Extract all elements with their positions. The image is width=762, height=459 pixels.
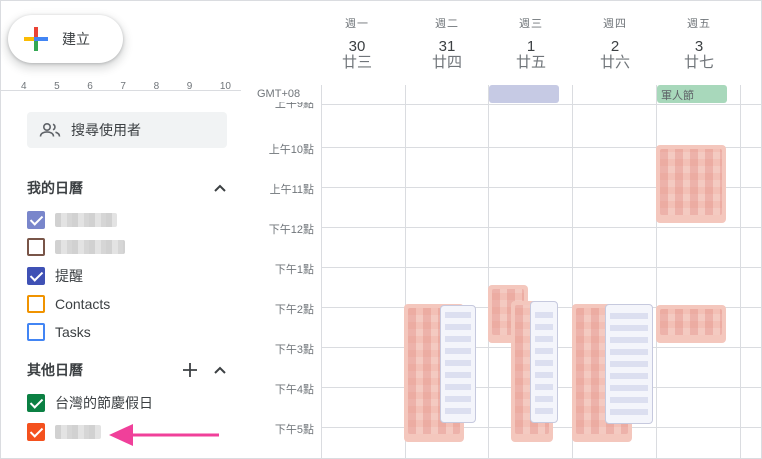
checkbox[interactable] [27,423,45,441]
calendar-window: 建立 4 5 6 7 8 9 10 搜尋使用者 我的日曆 提醒 Contacts… [0,0,762,459]
checkbox[interactable] [27,211,45,229]
hour-line [321,267,761,268]
add-icon[interactable] [183,363,197,377]
day-header[interactable]: 週四 2 廿六 [573,15,657,71]
blurred-calendar-name [55,240,125,254]
time-label: 上午11點 [269,184,314,196]
checkbox[interactable] [27,267,45,285]
week-grid: 週一 30 廿三 週二 31 廿四 週三 1 廿五 週四 2 廿六 週五 3 廿… [241,1,761,458]
arrow-annotation-icon [109,424,219,446]
day-of-week: 週一 [345,18,369,30]
calendar-item-holidays[interactable]: 台灣的節慶假日 [27,393,153,413]
chevron-up-icon[interactable] [213,365,227,375]
day-of-week: 週二 [435,18,459,30]
day-number[interactable]: 3 [657,39,741,55]
time-label: 下午5點 [274,424,314,436]
day-column-line [488,85,489,458]
day-of-week: 週三 [519,18,543,30]
day-number[interactable]: 31 [405,39,489,55]
time-label: 下午3點 [274,344,314,356]
calendar-item[interactable] [27,422,101,442]
day-header[interactable]: 週一 30 廿三 [315,15,399,71]
day-number[interactable]: 2 [573,39,657,55]
lunar-date: 廿四 [431,54,462,71]
day-column-line [656,85,657,458]
blurred-calendar-name [55,425,101,439]
lunar-date: 廿五 [515,54,546,71]
day-of-week: 週四 [603,18,627,30]
calendar-item[interactable] [27,210,117,230]
sidebar-divider [1,90,241,91]
calendar-item-reminders[interactable]: 提醒 [27,266,83,286]
checkbox[interactable] [27,238,45,256]
day-header[interactable]: 週三 1 廿五 [489,15,573,71]
day-header[interactable]: 週五 3 廿七 [657,15,741,71]
sidebar: 建立 4 5 6 7 8 9 10 搜尋使用者 我的日曆 提醒 Contacts… [1,1,241,458]
hour-line [321,227,761,228]
calendar-item-label: Tasks [55,324,91,340]
time-label: 下午12點 [268,224,314,236]
timezone-label: GMT+08 [257,88,301,100]
my-calendars-header[interactable]: 我的日曆 [27,178,227,198]
create-button[interactable]: 建立 [8,15,123,63]
checkbox[interactable] [27,323,45,341]
calendar-item-contacts[interactable]: Contacts [27,294,110,314]
calendar-item-label: Contacts [55,296,111,312]
day-of-week: 週五 [687,18,711,30]
other-calendars-title: 其他日曆 [27,362,83,378]
time-label: 下午2點 [274,304,314,316]
day-column-line [321,85,322,458]
lunar-date: 廿三 [341,54,372,71]
my-calendars-title: 我的日曆 [27,180,83,196]
checkbox[interactable] [27,295,45,313]
time-label: 上午10點 [268,144,314,156]
all-day-divider [321,104,761,105]
other-calendars-header[interactable]: 其他日曆 [27,360,227,380]
checkbox[interactable] [27,394,45,412]
search-users-placeholder: 搜尋使用者 [71,122,141,138]
calendar-item-tasks[interactable]: Tasks [27,322,91,342]
chevron-up-icon[interactable] [213,183,227,193]
calendar-item-label: 提醒 [55,268,83,284]
calendar-event[interactable] [656,305,726,343]
day-column-line [740,85,741,458]
plus-icon [24,27,48,51]
day-number[interactable]: 1 [489,39,573,55]
calendar-event[interactable] [440,305,476,423]
time-label: 下午1點 [274,264,314,276]
calendar-item-label: 台灣的節慶假日 [55,395,153,411]
all-day-event-holiday[interactable]: 軍人節 [657,85,727,103]
calendar-event[interactable] [656,145,726,223]
people-icon [39,122,61,137]
all-day-event[interactable] [489,85,559,103]
calendar-item[interactable] [27,237,125,257]
day-number[interactable]: 30 [315,39,399,55]
create-label: 建立 [62,31,90,47]
blurred-calendar-name [55,213,117,227]
time-label: 下午4點 [274,384,314,396]
calendar-event[interactable] [605,304,653,424]
time-label: 上午9點 [274,102,314,110]
lunar-date: 廿七 [683,54,714,71]
search-users-input[interactable]: 搜尋使用者 [27,112,227,148]
lunar-date: 廿六 [599,54,630,71]
day-header[interactable]: 週二 31 廿四 [405,15,489,71]
calendar-event[interactable] [530,301,558,423]
